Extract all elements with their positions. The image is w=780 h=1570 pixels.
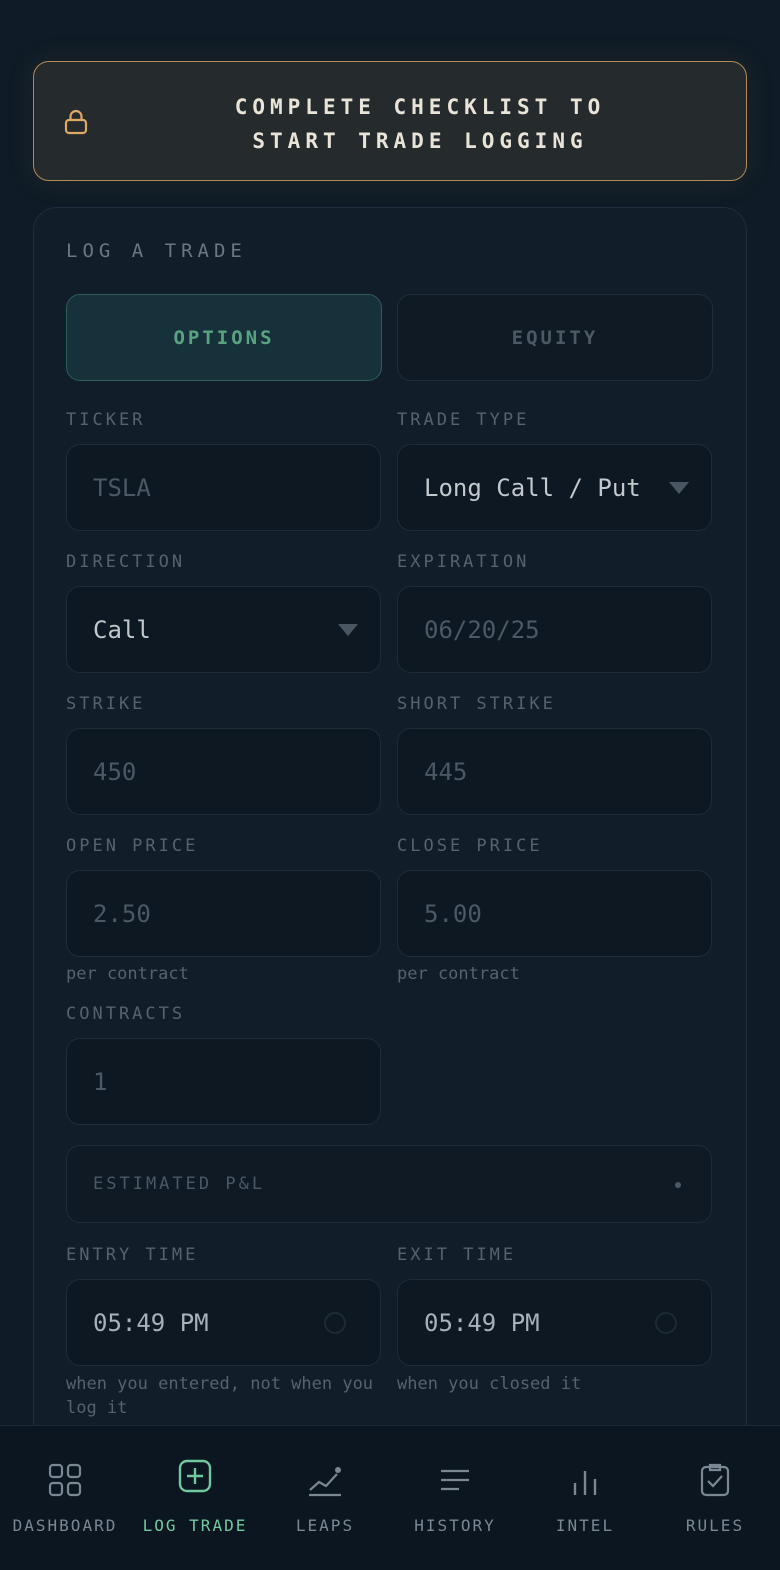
expiration-placeholder: 06/20/25 (424, 615, 540, 644)
contracts-label: CONTRACTS (66, 1004, 186, 1024)
trade-type-select[interactable]: Long Call / Put (397, 444, 712, 531)
estimated-pl-panel: ESTIMATED P&L (66, 1145, 712, 1223)
short-strike-label: SHORT STRIKE (397, 694, 556, 714)
banner-message: COMPLETE CHECKLIST TO START TRADE LOGGIN… (94, 90, 746, 158)
direction-value: Call (93, 615, 151, 644)
status-dot-icon (675, 1182, 681, 1188)
section-title: LOG A TRADE (66, 240, 247, 262)
close-price-label: CLOSE PRICE (397, 836, 543, 856)
plus-square-icon (178, 1459, 212, 1493)
nav-item-intel[interactable]: INTEL (520, 1426, 650, 1570)
open-price-hint: per contract (66, 964, 189, 984)
exit-time-hint: when you closed it (397, 1374, 582, 1394)
open-price-label: OPEN PRICE (66, 836, 199, 856)
nav-label-log-trade: LOG TRADE (142, 1516, 248, 1535)
banner-line-2: START TRADE LOGGING (252, 129, 588, 153)
estimated-pl-label: ESTIMATED P&L (93, 1174, 266, 1194)
entry-time-input[interactable]: 05:49 PM (66, 1279, 381, 1366)
ticker-label: TICKER (66, 410, 146, 430)
nav-label-rules: RULES (685, 1516, 745, 1535)
open-price-input[interactable]: 2.50 (66, 870, 381, 957)
chevron-down-icon (338, 624, 358, 636)
banner-line-1: COMPLETE CHECKLIST TO (234, 95, 606, 119)
nav-item-leaps[interactable]: LEAPS (260, 1426, 390, 1570)
bar-chart-icon (573, 1471, 597, 1495)
nav-item-rules[interactable]: RULES (650, 1426, 780, 1570)
close-price-hint: per contract (397, 964, 520, 984)
expiration-input[interactable]: 06/20/25 (397, 586, 712, 673)
nav-label-history: HISTORY (414, 1516, 496, 1535)
contracts-input[interactable]: 1 (66, 1038, 381, 1125)
close-price-input[interactable]: 5.00 (397, 870, 712, 957)
lock-icon (64, 109, 88, 135)
nav-item-dashboard[interactable]: DASHBOARD (0, 1426, 130, 1570)
direction-select[interactable]: Call (66, 586, 381, 673)
strike-input[interactable]: 450 (66, 728, 381, 815)
exit-time-value: 05:49 PM (424, 1308, 540, 1337)
expiration-label: EXPIRATION (397, 552, 530, 572)
entry-time-value: 05:49 PM (93, 1308, 209, 1337)
exit-time-input[interactable]: 05:49 PM (397, 1279, 712, 1366)
strike-placeholder: 450 (93, 757, 137, 786)
checklist-banner[interactable]: COMPLETE CHECKLIST TO START TRADE LOGGIN… (33, 61, 747, 181)
trade-type-value: Long Call / Put (424, 473, 641, 502)
trend-line-icon (309, 1467, 341, 1497)
list-lines-icon (441, 1469, 469, 1491)
tab-options[interactable]: OPTIONS (66, 294, 382, 381)
nav-item-history[interactable]: HISTORY (390, 1426, 520, 1570)
nav-label-leaps: LEAPS (295, 1516, 355, 1535)
nav-item-log-trade[interactable]: LOG TRADE (130, 1426, 260, 1570)
short-strike-input[interactable]: 445 (397, 728, 712, 815)
contracts-placeholder: 1 (93, 1067, 108, 1096)
open-price-placeholder: 2.50 (93, 899, 151, 928)
clock-icon[interactable] (655, 1312, 677, 1334)
close-price-placeholder: 5.00 (424, 899, 482, 928)
ticker-input[interactable]: TSLA (66, 444, 381, 531)
clipboard-check-icon (700, 1463, 730, 1497)
exit-time-label: EXIT TIME (397, 1245, 517, 1265)
entry-time-hint: when you entered, not when you log it (66, 1374, 374, 1418)
entry-time-label: ENTRY TIME (66, 1245, 199, 1265)
nav-label-intel: INTEL (555, 1516, 615, 1535)
direction-label: DIRECTION (66, 552, 186, 572)
strike-label: STRIKE (66, 694, 146, 714)
clock-icon[interactable] (324, 1312, 346, 1334)
nav-label-dashboard: DASHBOARD (12, 1516, 118, 1535)
tab-equity[interactable]: EQUITY (397, 294, 713, 381)
short-strike-placeholder: 445 (424, 757, 468, 786)
ticker-placeholder: TSLA (93, 473, 151, 502)
chevron-down-icon (669, 482, 689, 494)
trade-type-label: TRADE TYPE (397, 410, 530, 430)
grid-icon (48, 1463, 82, 1497)
bottom-nav: DASHBOARD LOG TRADE LEAPS HISTORY INTEL (0, 1425, 780, 1570)
